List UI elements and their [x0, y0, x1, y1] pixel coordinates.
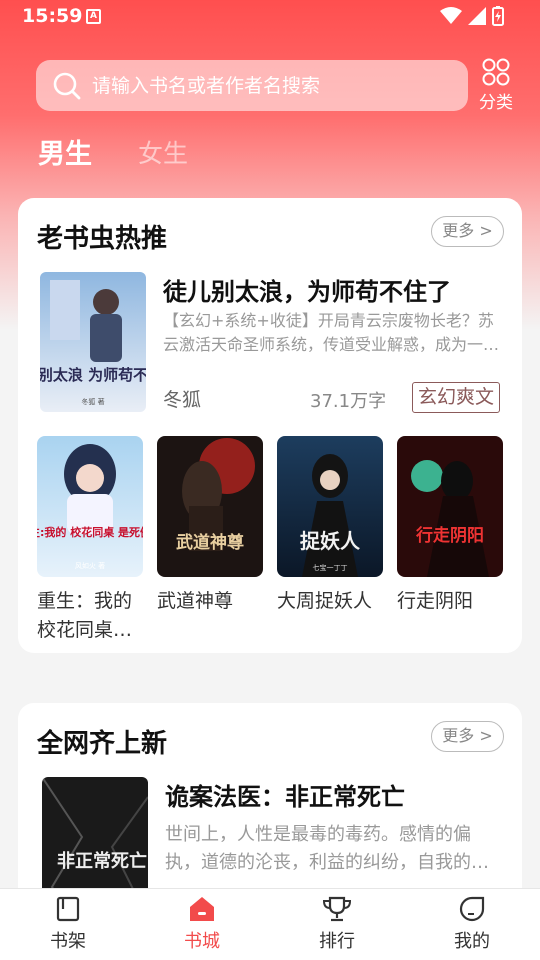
status-bar: 15:59 A — [0, 0, 540, 34]
featured-book-author: 冬狐 — [163, 389, 202, 411]
wifi-icon — [440, 7, 462, 24]
trophy-icon — [322, 896, 352, 922]
tab-female[interactable]: 女生 — [138, 134, 188, 170]
featured-book-cover[interactable]: 徒儿别太浪 为师苟不住了 冬狐 著 — [40, 272, 146, 412]
new-book-title[interactable]: 诡案法医：非正常死亡 — [165, 777, 405, 812]
featured-book-description: 【玄幻+系统+收徒】开局青云宗废物长老？苏云激活天命圣师系统，传道受业解惑，成为… — [163, 311, 500, 354]
featured-cover-text: 徒儿别太浪 为师苟不住了 — [40, 366, 146, 384]
section-title: 全网齐上新 — [37, 729, 168, 759]
book-cover-text: 行走阴阳 — [415, 525, 484, 546]
status-icons — [440, 6, 504, 26]
bottom-nav: 书架 书城 排行 我的 — [0, 888, 540, 960]
search-icon — [53, 72, 81, 99]
book-cover: 武道神尊 — [157, 436, 263, 577]
bookshelf-icon — [56, 896, 80, 922]
book-cover: 捉妖人 七宝一丁丁 — [277, 436, 383, 577]
tab-male[interactable]: 男生 — [38, 132, 92, 171]
nav-label: 书城 — [184, 931, 220, 952]
book-title: 武道神尊 — [157, 590, 234, 612]
book-item[interactable]: 行走阴阳 行走阴阳 — [397, 436, 503, 616]
featured-book-tag: 玄幻爽文 — [412, 382, 501, 413]
category-label: 分类 — [479, 93, 513, 113]
book-cover: 重生:我的 校花同桌 是死傲娇 风如火 著 — [37, 436, 143, 577]
category-grid-icon — [482, 58, 510, 86]
nav-ranking[interactable]: 排行 — [297, 895, 377, 953]
search-bar[interactable] — [36, 60, 468, 111]
bookstore-home-icon — [190, 897, 214, 921]
category-button[interactable]: 分类 — [474, 58, 518, 114]
more-button[interactable]: 更多 > — [431, 216, 504, 247]
nav-profile[interactable]: 我的 — [432, 895, 512, 953]
book-cover-text: 武道神尊 — [176, 532, 244, 553]
book-item[interactable]: 武道神尊 武道神尊 — [157, 436, 263, 616]
featured-book-title[interactable]: 徒儿别太浪，为师苟不住了 — [163, 272, 451, 307]
book-cover-text: 重生:我的 校花同桌 是死傲娇 — [37, 525, 143, 539]
book-title: 大周捉妖人 — [277, 590, 373, 612]
book-cover-author: 七宝一丁丁 — [313, 563, 348, 572]
more-button[interactable]: 更多 > — [431, 721, 504, 752]
signal-icon — [468, 7, 486, 25]
status-time: 15:59 — [22, 5, 83, 27]
profile-icon — [459, 896, 485, 922]
featured-cover-author: 冬狐 著 — [81, 397, 104, 406]
nav-bookshelf[interactable]: 书架 — [28, 895, 108, 953]
nav-label: 我的 — [454, 931, 490, 952]
battery-icon — [492, 6, 504, 26]
book-cover-author: 风如火 著 — [75, 561, 105, 570]
book-cover: 行走阴阳 — [397, 436, 503, 577]
book-item[interactable]: 重生:我的 校花同桌 是死傲娇 风如火 著 重生：我的校花同桌是死傲娇 — [37, 436, 143, 645]
nav-bookstore[interactable]: 书城 — [162, 895, 242, 953]
hot-recommend-section: 老书虫热推 更多 > 徒儿别太浪 为师苟不住了 冬狐 著 徒儿别太浪，为师苟不住… — [18, 198, 522, 653]
nav-label: 书架 — [50, 931, 86, 952]
search-input[interactable] — [92, 74, 432, 97]
book-cover-text: 捉妖人 — [300, 529, 361, 553]
featured-book-word-count: 37.1万字 — [310, 391, 387, 412]
new-cover-text: 非正常死亡 — [57, 850, 147, 872]
section-title: 老书虫热推 — [37, 224, 168, 254]
notification-a-icon: A — [86, 9, 101, 24]
book-item[interactable]: 捉妖人 七宝一丁丁 大周捉妖人 — [277, 436, 383, 616]
new-book-description: 世间上，人性是最毒的毒药。感情的偏执，道德的沦丧，利益的纠纷，自我的迷失…… — [165, 824, 489, 873]
book-title: 行走阴阳 — [397, 590, 474, 612]
nav-label: 排行 — [319, 931, 355, 952]
book-title: 重生：我的校花同桌是死傲娇 — [37, 590, 133, 641]
